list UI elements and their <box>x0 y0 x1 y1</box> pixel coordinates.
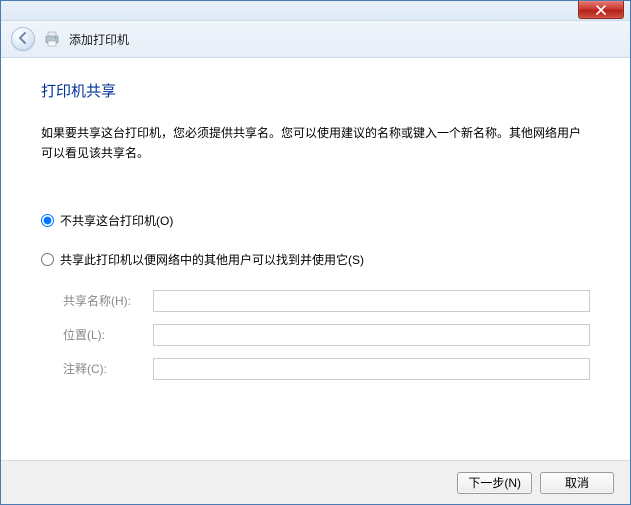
radio-no-share[interactable] <box>41 214 54 227</box>
radio-share[interactable] <box>41 253 54 266</box>
page-description: 如果要共享这台打印机，您必须提供共享名。您可以使用建议的名称或键入一个新名称。其… <box>41 123 590 164</box>
content-area: 打印机共享 如果要共享这台打印机，您必须提供共享名。您可以使用建议的名称或键入一… <box>1 58 630 460</box>
back-arrow-icon <box>16 31 30 48</box>
label-location: 位置(L): <box>63 326 153 343</box>
row-comment: 注释(C): <box>63 358 590 380</box>
row-share-name: 共享名称(H): <box>63 290 590 312</box>
footer: 下一步(N) 取消 <box>1 460 630 504</box>
option-share-label: 共享此打印机以便网络中的其他用户可以找到并使用它(S) <box>60 251 364 268</box>
label-comment: 注释(C): <box>63 360 153 377</box>
share-options-group: 不共享这台打印机(O) 共享此打印机以便网络中的其他用户可以找到并使用它(S) <box>41 212 590 268</box>
close-button[interactable] <box>578 1 624 19</box>
cancel-button[interactable]: 取消 <box>540 472 614 494</box>
printer-icon <box>43 30 61 48</box>
row-location: 位置(L): <box>63 324 590 346</box>
header-title: 添加打印机 <box>69 31 129 48</box>
cancel-button-label: 取消 <box>565 474 589 491</box>
input-share-name <box>153 290 590 312</box>
next-button[interactable]: 下一步(N) <box>457 472 532 494</box>
page-title: 打印机共享 <box>41 80 590 101</box>
header-strip: 添加打印机 <box>1 21 630 58</box>
option-share[interactable]: 共享此打印机以便网络中的其他用户可以找到并使用它(S) <box>41 251 590 268</box>
share-fields: 共享名称(H): 位置(L): 注释(C): <box>41 290 590 380</box>
next-button-label: 下一步(N) <box>468 474 521 491</box>
input-location <box>153 324 590 346</box>
titlebar <box>1 1 630 21</box>
option-no-share[interactable]: 不共享这台打印机(O) <box>41 212 590 229</box>
label-share-name: 共享名称(H): <box>63 292 153 309</box>
wizard-window: 添加打印机 打印机共享 如果要共享这台打印机，您必须提供共享名。您可以使用建议的… <box>0 0 631 505</box>
back-button[interactable] <box>11 27 35 51</box>
option-no-share-label: 不共享这台打印机(O) <box>60 212 173 229</box>
input-comment <box>153 358 590 380</box>
close-icon <box>596 5 606 15</box>
